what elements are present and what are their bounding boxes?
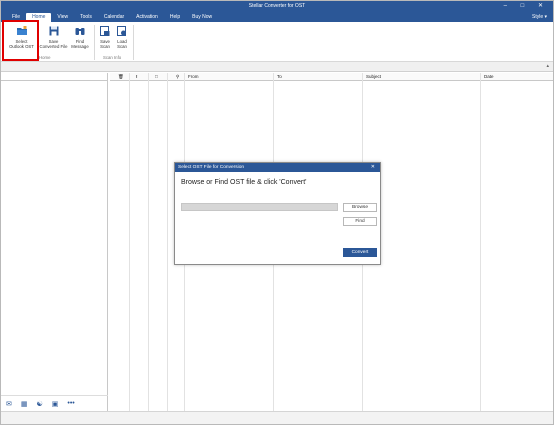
contacts-icon[interactable]: ☯ (37, 400, 43, 408)
attachment-icon[interactable]: ⚲ (176, 73, 179, 81)
load-scan-icon (117, 26, 126, 36)
importance-icon[interactable]: ! (136, 73, 138, 81)
select-outlook-ost-highlight (2, 20, 39, 61)
mail-icon[interactable]: ✉ (6, 400, 12, 408)
column-from[interactable]: From (188, 73, 199, 81)
save-scan-icon (100, 26, 110, 36)
column-divider (129, 73, 130, 411)
column-divider (480, 73, 481, 411)
menu-tools[interactable]: Tools (74, 13, 98, 22)
document-icon[interactable]: □ (155, 73, 158, 81)
find-message-button[interactable]: Find Message (69, 23, 91, 49)
dialog-title: Select OST File for Conversion (178, 165, 245, 170)
menu-calendar[interactable]: Calendar (98, 13, 130, 22)
message-list-header: 🗑 ! □ ⚲ From To Subject Date (110, 73, 553, 81)
find-message-label-line2: Message (71, 44, 89, 49)
ribbon-group-separator (133, 25, 134, 60)
ribbon-collapse-strip: ▴ (1, 62, 553, 72)
dialog-title-bar: Select OST File for Conversion ✕ (175, 163, 380, 172)
binoculars-icon (75, 28, 85, 35)
ribbon-group-home-label: Home (39, 55, 51, 60)
ribbon: Select Outlook OST Save Converted File F… (1, 22, 553, 62)
column-to[interactable]: To (277, 73, 282, 81)
menu-buy-now[interactable]: Buy Now (186, 13, 218, 22)
folder-tree-header (1, 73, 108, 81)
save-scan-button[interactable]: Save Scan (97, 23, 113, 49)
save-disk-icon (49, 26, 58, 36)
load-scan-label-line2: Scan (117, 44, 127, 49)
menu-activation[interactable]: Activation (130, 13, 164, 22)
column-divider (148, 73, 149, 411)
calendar-icon[interactable]: ▦ (21, 400, 28, 408)
title-bar: Stellar Converter for OST – □ ✕ (1, 1, 553, 12)
save-converted-file-label-line2: Converted File (39, 44, 68, 49)
window-title: Stellar Converter for OST (248, 3, 306, 9)
ribbon-group-separator (94, 25, 95, 60)
tasks-icon[interactable]: ▣ (52, 400, 59, 408)
column-subject[interactable]: Subject (366, 73, 381, 81)
collapse-arrow-icon[interactable]: ▴ (546, 63, 549, 69)
folder-tree-pane: ✉ ▦ ☯ ▣ ••• (1, 73, 108, 411)
select-ost-dialog: Select OST File for Conversion ✕ Browse … (174, 162, 381, 265)
menu-bar: File Home View Tools Calendar Activation… (1, 12, 553, 22)
close-icon[interactable]: ✕ (371, 163, 375, 172)
menu-help[interactable]: Help (164, 13, 186, 22)
ribbon-group-scan-info-label: Scan Info (103, 55, 122, 60)
dialog-heading: Browse or Find OST file & click 'Convert… (181, 179, 307, 186)
more-icon[interactable]: ••• (67, 400, 74, 407)
load-scan-button[interactable]: Load Scan (114, 23, 130, 49)
menu-view[interactable]: View (51, 13, 74, 22)
ost-path-field[interactable] (181, 203, 338, 211)
trash-icon[interactable]: 🗑 (118, 73, 124, 81)
browse-button[interactable]: Browse (343, 203, 377, 212)
navigation-icons: ✉ ▦ ☯ ▣ ••• (1, 395, 108, 411)
window-controls[interactable]: – □ ✕ (504, 1, 549, 12)
save-scan-label-line2: Scan (100, 44, 110, 49)
find-button[interactable]: Find (343, 217, 377, 226)
save-converted-file-button[interactable]: Save Converted File (38, 23, 69, 49)
convert-button[interactable]: Convert (343, 248, 377, 257)
column-date[interactable]: Date (484, 73, 494, 81)
status-bar (1, 411, 553, 424)
column-divider (167, 73, 168, 411)
style-menu[interactable]: Style ▾ (532, 12, 547, 22)
